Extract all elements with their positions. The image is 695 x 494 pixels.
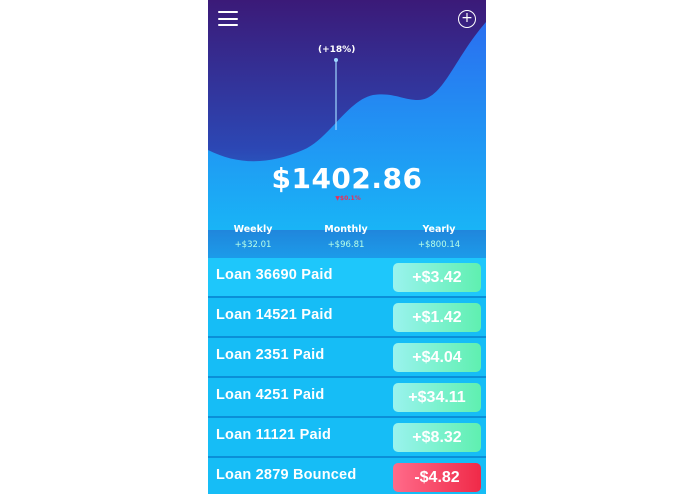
transaction-row[interactable]: Loan 4251 Paid +$34.11 xyxy=(208,378,486,418)
transaction-label: Loan 11121 Paid xyxy=(216,427,332,443)
hamburger-menu-icon[interactable] xyxy=(218,11,238,26)
add-circle-icon[interactable]: + xyxy=(458,10,476,28)
period-value: +$96.81 xyxy=(327,240,365,250)
period-value: +$32.01 xyxy=(234,240,272,250)
transaction-label: Loan 14521 Paid xyxy=(216,307,333,323)
period-label: Weekly xyxy=(233,224,273,235)
transaction-row[interactable]: Loan 14521 Paid +$1.42 xyxy=(208,298,486,338)
balance-change-indicator: ▼$0.1% xyxy=(335,195,361,202)
transaction-amount-badge: +$3.42 xyxy=(393,263,481,292)
transaction-label: Loan 36690 Paid xyxy=(216,267,333,283)
transaction-amount-badge: +$4.04 xyxy=(393,343,481,372)
transaction-amount-badge: +$1.42 xyxy=(393,303,481,332)
app-screen: + (+18%) $1402.86 ▼$0.1% Weekly +$32.01 … xyxy=(208,0,486,494)
transaction-row[interactable]: Loan 2351 Paid +$4.04 xyxy=(208,338,486,378)
period-monthly[interactable]: Monthly +$96.81 xyxy=(301,224,391,250)
transaction-row[interactable]: Loan 36690 Paid +$3.42 xyxy=(208,258,486,298)
period-weekly[interactable]: Weekly +$32.01 xyxy=(208,224,298,250)
chart-marker-dot xyxy=(334,58,338,62)
period-label: Monthly xyxy=(324,224,368,235)
transaction-label: Loan 2351 Paid xyxy=(216,347,325,363)
transaction-amount-badge: +$34.11 xyxy=(393,383,481,412)
balance-amount: $1402.86 xyxy=(271,162,423,195)
period-label: Yearly xyxy=(422,224,456,235)
period-value: +$800.14 xyxy=(417,240,461,250)
transaction-row[interactable]: Loan 11121 Paid +$8.32 xyxy=(208,418,486,458)
transaction-label: Loan 2879 Bounced xyxy=(216,467,357,483)
transaction-row[interactable]: Loan 2879 Bounced -$4.82 xyxy=(208,458,486,494)
change-percent-label: (+18%) xyxy=(318,45,356,55)
transaction-list: Loan 36690 Paid +$3.42 Loan 14521 Paid +… xyxy=(208,258,486,494)
transaction-amount-badge: +$8.32 xyxy=(393,423,481,452)
transaction-label: Loan 4251 Paid xyxy=(216,387,325,403)
period-yearly[interactable]: Yearly +$800.14 xyxy=(394,224,484,250)
transaction-amount-badge: -$4.82 xyxy=(393,463,481,492)
